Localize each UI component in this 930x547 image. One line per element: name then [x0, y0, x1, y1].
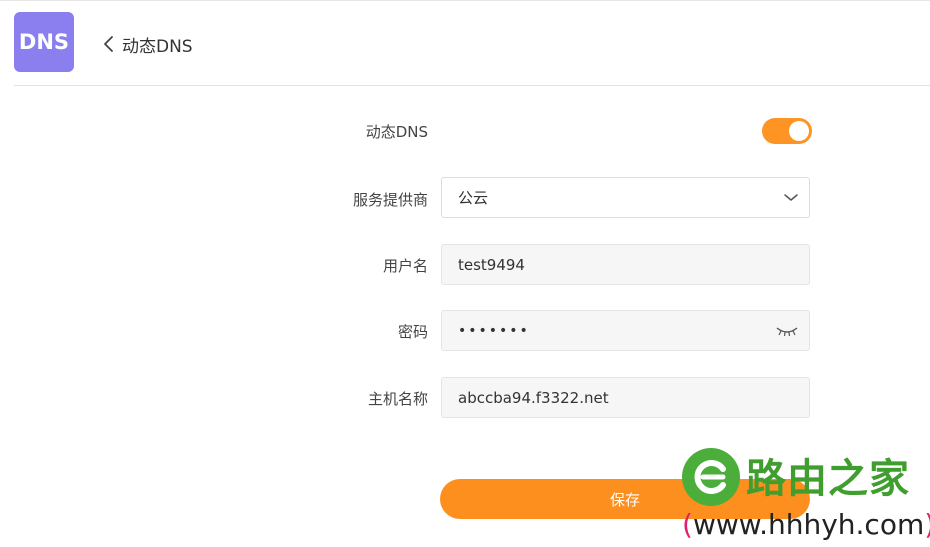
logo-text: DNS	[18, 30, 70, 54]
save-button[interactable]: 保存	[440, 479, 810, 519]
provider-label: 服务提供商	[352, 191, 428, 209]
provider-select[interactable]: 公云	[441, 177, 810, 218]
top-border	[0, 0, 930, 1]
ddns-label: 动态DNS	[365, 123, 428, 141]
provider-value: 公云	[458, 189, 489, 207]
password-input[interactable]: •••••••	[441, 310, 810, 351]
toggle-visibility-button[interactable]	[775, 325, 799, 337]
username-label: 用户名	[382, 257, 428, 275]
hostname-value: abccba94.f3322.net	[458, 388, 609, 407]
eye-closed-icon	[776, 326, 798, 336]
hostname-input[interactable]: abccba94.f3322.net	[441, 377, 810, 418]
password-label: 密码	[397, 323, 428, 341]
header-divider	[14, 85, 930, 86]
username-input[interactable]: test9494	[441, 244, 810, 285]
ddns-toggle[interactable]	[762, 118, 812, 144]
back-button[interactable]: 动态DNS	[102, 30, 193, 58]
username-value: test9494	[458, 255, 525, 274]
chevron-down-icon	[784, 193, 798, 201]
toggle-knob	[789, 121, 809, 141]
password-mask: •••••••	[458, 322, 530, 339]
chevron-left-icon	[104, 36, 113, 52]
dns-app-logo: DNS	[14, 12, 74, 72]
page-title: 动态DNS	[122, 36, 193, 57]
hostname-label: 主机名称	[367, 390, 428, 408]
